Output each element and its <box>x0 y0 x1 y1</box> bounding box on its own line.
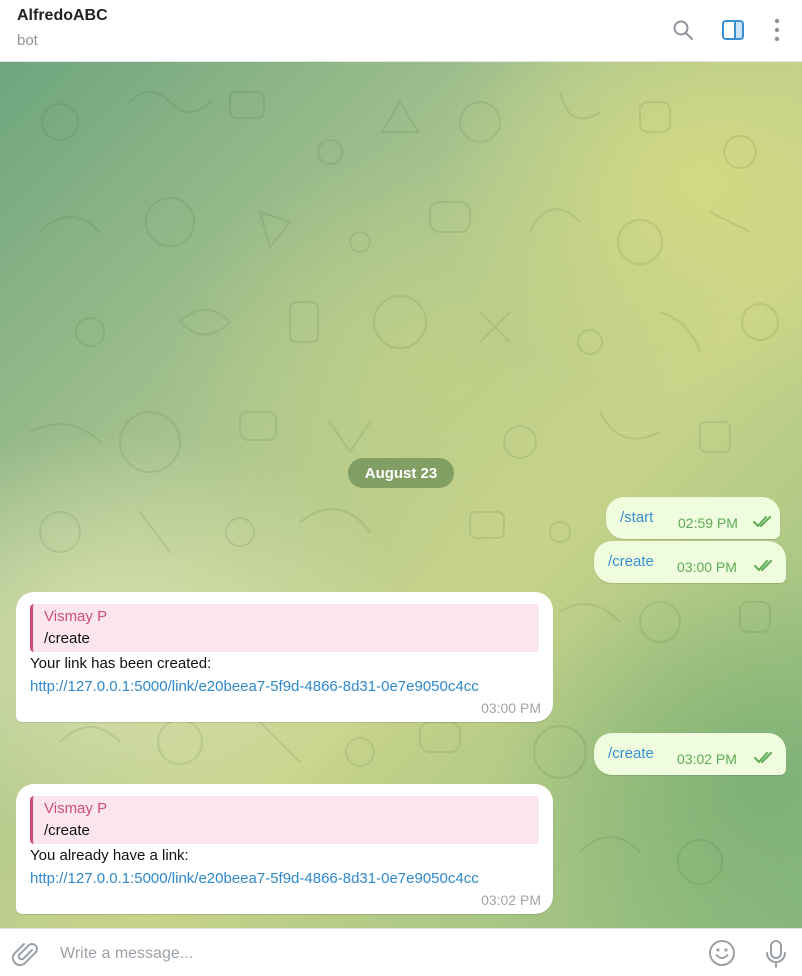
chat-status: bot <box>17 32 38 49</box>
message-time: 03:02 PM <box>481 892 541 908</box>
message-text: Your link has been created: <box>30 655 212 672</box>
search-button[interactable] <box>668 15 698 45</box>
double-check-icon <box>754 560 772 571</box>
message-time: 03:00 PM <box>677 559 737 575</box>
outgoing-message[interactable]: /start 02:59 PM <box>606 497 780 539</box>
emoji-icon[interactable] <box>708 939 736 967</box>
incoming-message[interactable]: Vismay P /create Your link has been crea… <box>16 592 553 722</box>
message-list[interactable]: August 23 /start 02:59 PM /create 03:00 … <box>0 62 802 928</box>
bot-command-link[interactable]: /create <box>608 553 654 570</box>
search-icon <box>673 20 693 40</box>
message-composer <box>0 928 802 976</box>
reply-author: Vismay P <box>44 800 108 817</box>
message-link[interactable]: http://127.0.0.1:5000/link/e20beea7-5f9d… <box>30 678 479 695</box>
reply-text: /create <box>44 630 90 647</box>
chat-title[interactable]: AlfredoABC <box>17 7 108 25</box>
bot-command-link[interactable]: /create <box>608 745 654 762</box>
message-input[interactable] <box>58 937 682 971</box>
double-check-icon <box>753 516 771 527</box>
reply-quote[interactable]: Vismay P /create <box>30 604 539 652</box>
date-separator: August 23 <box>348 458 454 488</box>
chat-header: AlfredoABC bot <box>0 0 802 62</box>
more-vertical-icon <box>774 18 780 42</box>
message-link[interactable]: http://127.0.0.1:5000/link/e20beea7-5f9d… <box>30 870 479 887</box>
message-time: 03:00 PM <box>481 700 541 716</box>
outgoing-message[interactable]: /create 03:00 PM <box>594 541 786 583</box>
paperclip-icon[interactable] <box>12 941 40 969</box>
message-time: 03:02 PM <box>677 751 737 767</box>
reply-quote[interactable]: Vismay P /create <box>30 796 539 844</box>
double-check-icon <box>754 752 772 763</box>
outgoing-message[interactable]: /create 03:02 PM <box>594 733 786 775</box>
more-options-button[interactable] <box>762 15 792 45</box>
reply-author: Vismay P <box>44 608 108 625</box>
side-panel-icon <box>722 20 744 40</box>
microphone-icon[interactable] <box>764 939 788 969</box>
message-text: You already have a link: <box>30 847 189 864</box>
message-time: 02:59 PM <box>678 515 738 531</box>
bot-command-link[interactable]: /start <box>620 509 653 526</box>
incoming-message[interactable]: Vismay P /create You already have a link… <box>16 784 553 914</box>
reply-text: /create <box>44 822 90 839</box>
side-panel-button[interactable] <box>718 15 748 45</box>
